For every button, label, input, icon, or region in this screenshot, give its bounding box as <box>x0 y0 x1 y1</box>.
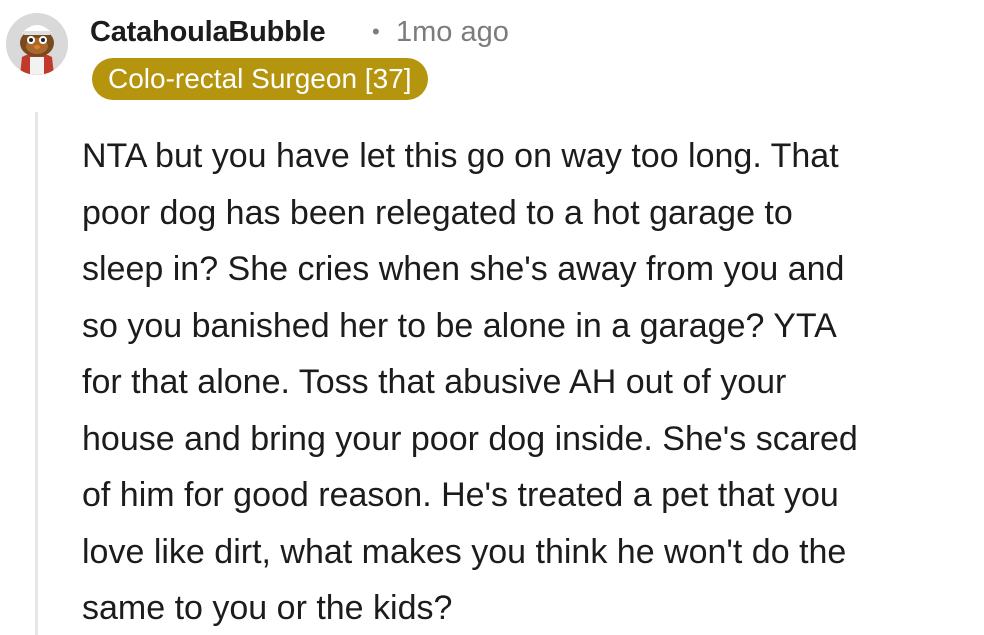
user-avatar[interactable] <box>6 13 68 75</box>
user-flair-badge: Colo-rectal Surgeon [37] <box>92 58 428 100</box>
snoo-avatar-icon <box>6 13 68 75</box>
thread-collapse-line[interactable] <box>35 112 38 635</box>
comment-body: NTA but you have let this go on way too … <box>82 137 858 627</box>
meta-separator: • <box>372 19 380 44</box>
comment: CatahoulaBubble • 1mo ago Colo-rectal Su… <box>0 0 984 635</box>
author-username[interactable]: CatahoulaBubble <box>90 12 326 52</box>
comment-timestamp[interactable]: 1mo ago <box>396 12 509 52</box>
